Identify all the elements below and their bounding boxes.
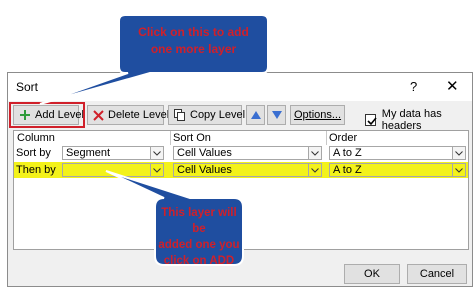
copy-level-label: Copy Level xyxy=(190,109,246,121)
headers-label: My data has headers xyxy=(381,108,442,132)
arrow-up-icon xyxy=(250,110,262,120)
checkmark-icon xyxy=(367,117,377,126)
bottom-callout-line: click on ADD xyxy=(163,255,235,267)
then-by-order-value: A to Z xyxy=(333,164,362,176)
title-bar: Sort ? ✕ xyxy=(8,73,472,101)
column-value: Segment xyxy=(66,147,111,159)
delete-level-button[interactable]: Delete Level xyxy=(87,105,169,125)
move-down-button[interactable] xyxy=(267,105,286,125)
chevron-down-icon xyxy=(150,147,163,159)
sort-levels-grid: Column Sort On Order Sort by Segment Cel… xyxy=(13,130,469,250)
order-value: A to Z xyxy=(333,147,362,159)
options-button[interactable]: Options... xyxy=(290,105,345,125)
options-label: Options... xyxy=(293,109,342,121)
add-level-button[interactable]: Add Level xyxy=(13,105,84,125)
add-level-label: Add Level xyxy=(35,109,84,121)
sort-on-value: Cell Values xyxy=(177,147,232,159)
sort-by-label: Sort by xyxy=(16,147,51,159)
then-by-order-select[interactable]: A to Z xyxy=(329,163,466,177)
order-header: Order xyxy=(329,132,358,144)
chevron-down-icon xyxy=(308,164,321,176)
top-callout-line: one more layer xyxy=(150,42,237,56)
ok-button[interactable]: OK xyxy=(344,264,400,284)
chevron-down-icon xyxy=(308,147,321,159)
then-by-sort-on-value: Cell Values xyxy=(177,164,232,176)
delete-level-label: Delete Level xyxy=(108,109,170,121)
dialog-title: Sort xyxy=(16,80,39,94)
sort-on-header: Sort On xyxy=(173,132,211,144)
then-by-column-select[interactable] xyxy=(62,163,164,177)
order-select[interactable]: A to Z xyxy=(329,146,466,160)
help-icon[interactable]: ? xyxy=(410,79,417,94)
plus-icon xyxy=(19,109,31,121)
column-header: Column xyxy=(17,132,55,144)
sort-on-select[interactable]: Cell Values xyxy=(173,146,322,160)
close-icon[interactable]: ✕ xyxy=(446,77,459,95)
then-by-label: Then by xyxy=(16,164,56,176)
copy-level-button[interactable]: Copy Level xyxy=(168,105,246,125)
bottom-callout-line: This layer will be xyxy=(161,207,237,235)
top-callout-line: Click on this to add xyxy=(138,25,249,39)
headers-checkbox[interactable] xyxy=(365,114,377,126)
bottom-callout: This layer will be added one you click o… xyxy=(157,205,241,269)
chevron-down-icon xyxy=(452,147,465,159)
delete-x-icon xyxy=(93,109,104,121)
chevron-down-icon xyxy=(150,164,163,176)
arrow-down-icon xyxy=(271,110,283,120)
header-divider xyxy=(170,131,171,145)
copy-icon xyxy=(174,109,186,121)
move-up-button[interactable] xyxy=(246,105,265,125)
cancel-button[interactable]: Cancel xyxy=(407,264,467,284)
top-callout: Click on this to add one more layer xyxy=(121,24,266,58)
chevron-down-icon xyxy=(452,164,465,176)
my-data-has-headers[interactable]: My data has headers xyxy=(365,108,472,132)
header-divider xyxy=(326,131,327,145)
column-select[interactable]: Segment xyxy=(62,146,164,160)
bottom-callout-line: added one you xyxy=(158,239,240,251)
then-by-sort-on-select[interactable]: Cell Values xyxy=(173,163,322,177)
